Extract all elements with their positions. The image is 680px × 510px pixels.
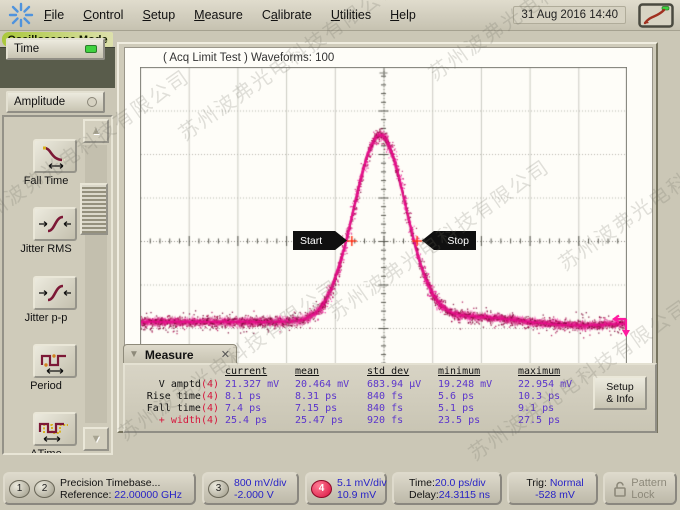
datetime-display: 31 Aug 2016 14:40 — [513, 6, 626, 24]
scroll-down-icon: ▼ — [91, 433, 102, 445]
timebase-panel[interactable]: 1 2 Precision Timebase... Reference: 22.… — [3, 472, 196, 505]
table-row: Fall time(4) 7.4 ps 7.15 ps 840 fs 5.1 p… — [127, 403, 604, 415]
jitter-rms-button[interactable] — [33, 207, 77, 241]
delta-time-icon — [36, 416, 74, 442]
table-row: Rise time(4) 8.1 ps 8.31 ps 840 fs 5.6 p… — [127, 391, 604, 403]
sidebar: Oscilloscope Mode Time Amplitude Fall Ti… — [0, 30, 115, 470]
green-led-icon — [85, 45, 97, 53]
trigger-level: -528 mV — [526, 489, 583, 501]
measurement-button-well: Fall Time Jitter RMS Jitter p-p Period — [2, 115, 113, 455]
table-row: V amptd(4) 21.327 mV 20.464 mV 683.94 µV… — [127, 379, 604, 391]
ch3-scale: 800 mV/div — [234, 477, 287, 489]
ch4-offset: 10.9 mV — [337, 489, 387, 501]
scroll-up-icon: ▲ — [91, 125, 102, 137]
menu-bar: File Control Setup Measure Calibrate Uti… — [0, 0, 680, 31]
menu-utilities[interactable]: Utilities — [331, 8, 371, 22]
jitter-rms-icon — [36, 211, 74, 237]
jitter-pp-button[interactable] — [33, 276, 77, 310]
channel-3-scale-panel[interactable]: 3 800 mV/div -2.000 V — [202, 472, 299, 505]
setup-info-button[interactable]: Setup & Info — [593, 376, 647, 410]
acquisition-status: ( Acq Limit Test ) Waveforms: 100 — [163, 52, 334, 64]
pattern-lock-button[interactable]: Pattern Lock — [603, 472, 677, 505]
measure-tab[interactable]: ▼ Measure ✕ — [123, 344, 237, 364]
time-delay-panel[interactable]: Time:20.0 ps/div Delay:24.3115 ns — [392, 472, 502, 505]
period-button[interactable] — [33, 344, 77, 378]
time-scale: 20.0 ps/div — [435, 477, 486, 489]
trigger-mode: Normal — [550, 477, 584, 489]
trace-end-marker-icon — [610, 313, 636, 339]
reference-value: 22.00000 GHz — [114, 489, 182, 501]
brand-logo-icon — [8, 2, 34, 28]
period-icon — [36, 348, 74, 374]
delay-value: 24.3115 ns — [439, 489, 490, 501]
table-header-row: current mean std dev minimum maximum — [127, 366, 604, 379]
measurements-table: current mean std dev minimum maximum V a… — [127, 366, 604, 427]
collapse-icon[interactable]: ▼ — [129, 349, 139, 360]
ch3-offset: -2.000 V — [234, 489, 287, 501]
menu-help[interactable]: Help — [390, 8, 416, 22]
lock-icon — [613, 481, 627, 497]
fall-time-button[interactable] — [33, 139, 77, 173]
jitter-pp-icon — [36, 280, 74, 306]
menu-measure[interactable]: Measure — [194, 8, 243, 22]
time-dropdown[interactable]: Time — [6, 38, 105, 60]
channel-2-button[interactable]: 2 — [34, 480, 55, 498]
scroll-up-button[interactable]: ▲ — [83, 119, 109, 143]
measure-panel: current mean std dev minimum maximum V a… — [123, 363, 657, 433]
channel-4-scale-panel[interactable]: 4 5.1 mV/div 10.9 mV — [305, 472, 387, 505]
menu-file[interactable]: File — [44, 8, 64, 22]
close-icon[interactable]: ✕ — [221, 348, 230, 361]
status-bar: 1 2 Precision Timebase... Reference: 22.… — [0, 470, 680, 510]
amplitude-dropdown[interactable]: Amplitude — [6, 91, 105, 113]
menu-calibrate[interactable]: Calibrate — [262, 8, 312, 22]
timebase-label: Precision Timebase... — [60, 477, 182, 489]
off-led-icon — [87, 97, 97, 107]
menu-setup[interactable]: Setup — [142, 8, 175, 22]
channel-3-button[interactable]: 3 — [208, 480, 229, 498]
channel-1-button[interactable]: 1 — [9, 480, 30, 498]
touchscreen-icon[interactable] — [638, 3, 674, 28]
ch4-scale: 5.1 mV/div — [337, 477, 387, 489]
menu-control[interactable]: Control — [83, 8, 123, 22]
scroll-thumb[interactable] — [80, 183, 108, 235]
trigger-panel[interactable]: Trig: Normal -528 mV — [507, 472, 598, 505]
table-row: + width(4) 25.4 ps 25.47 ps 920 fs 23.5 … — [127, 415, 604, 427]
scroll-down-button[interactable]: ▼ — [83, 427, 109, 451]
display-area: ( Acq Limit Test ) Waveforms: 100 Start … — [117, 42, 658, 433]
fall-time-icon — [36, 143, 74, 169]
channel-4-button[interactable]: 4 — [311, 480, 332, 498]
delta-time-button[interactable] — [33, 412, 77, 446]
